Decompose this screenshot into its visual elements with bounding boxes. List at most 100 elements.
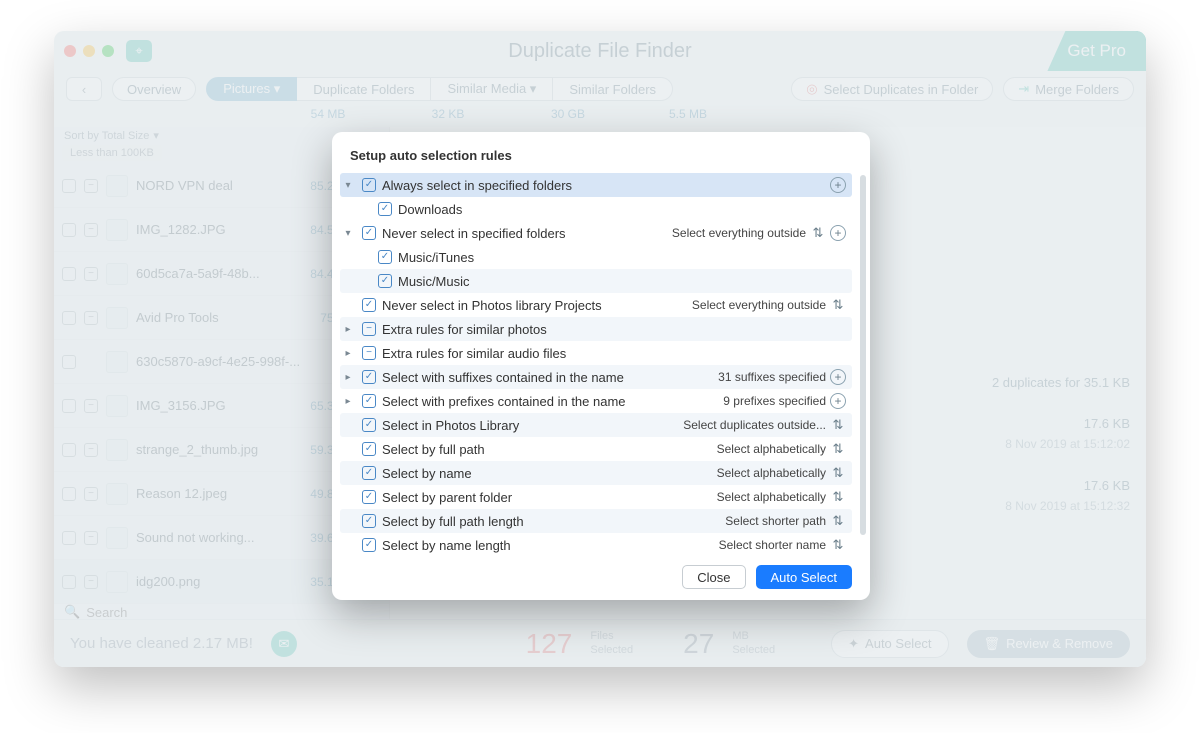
rule-row[interactable]: ▸Select with suffixes contained in the n…	[340, 365, 852, 389]
collapse-icon[interactable]: −	[84, 399, 98, 413]
disclosure-arrow-icon[interactable]: ▾	[340, 180, 356, 191]
updown-stepper-icon[interactable]: ⇅	[830, 417, 846, 433]
tab-duplicate-folders[interactable]: Duplicate Folders	[297, 77, 431, 101]
rule-checkbox[interactable]	[362, 178, 376, 192]
file-thumbnail-icon	[106, 483, 128, 505]
rule-checkbox[interactable]	[362, 394, 376, 408]
file-thumbnail-icon	[106, 351, 128, 373]
rule-row[interactable]: Select in Photos LibrarySelect duplicate…	[340, 413, 852, 437]
auto-selection-rules-modal: Setup auto selection rules ▾Always selec…	[332, 132, 870, 600]
add-icon[interactable]: +	[830, 393, 846, 409]
rule-row[interactable]: Select by full path lengthSelect shorter…	[340, 509, 852, 533]
rule-row[interactable]: ▸Extra rules for similar photos	[340, 317, 852, 341]
collapse-icon[interactable]: −	[84, 443, 98, 457]
disclosure-arrow-icon[interactable]: ▸	[340, 348, 356, 359]
rule-row[interactable]: ▸Select with prefixes contained in the n…	[340, 389, 852, 413]
updown-stepper-icon[interactable]: ⇅	[830, 489, 846, 505]
sort-label: Sort by Total Size	[64, 130, 149, 142]
overview-button[interactable]: Overview	[112, 77, 196, 101]
updown-stepper-icon[interactable]: ⇅	[830, 465, 846, 481]
tab-similar-media[interactable]: Similar Media ▾	[431, 77, 553, 101]
get-pro-button[interactable]: Get Pro	[1047, 31, 1146, 71]
updown-stepper-icon[interactable]: ⇅	[830, 513, 846, 529]
rule-value-label: Select shorter name	[719, 538, 826, 552]
rule-checkbox[interactable]	[362, 538, 376, 552]
collapse-icon[interactable]: −	[84, 223, 98, 237]
disclosure-arrow-icon[interactable]: ▸	[340, 324, 356, 335]
size-filter-chip[interactable]: Less than 100KB	[62, 145, 162, 161]
rule-checkbox[interactable]	[362, 370, 376, 384]
auto-select-button[interactable]: ✦Auto Select	[831, 630, 948, 658]
select-checkbox[interactable]	[62, 487, 76, 501]
select-checkbox[interactable]	[62, 311, 76, 325]
select-checkbox[interactable]	[62, 223, 76, 237]
rule-row[interactable]: Select by parent folderSelect alphabetic…	[340, 485, 852, 509]
disclosure-arrow-icon[interactable]: ▸	[340, 396, 356, 407]
rule-row[interactable]: Select by full pathSelect alphabetically…	[340, 437, 852, 461]
rule-row[interactable]: Select by nameSelect alphabetically⇅	[340, 461, 852, 485]
collapse-icon[interactable]: −	[84, 575, 98, 589]
auto-select-confirm-button[interactable]: Auto Select	[756, 565, 853, 589]
rule-checkbox[interactable]	[362, 322, 376, 336]
merge-icon: ⇥	[1018, 81, 1029, 97]
collapse-icon[interactable]: −	[84, 267, 98, 281]
tab-pictures[interactable]: Pictures ▾	[206, 77, 297, 101]
file-thumbnail-icon	[106, 395, 128, 417]
disclosure-arrow-icon[interactable]: ▸	[340, 372, 356, 383]
add-icon[interactable]: +	[830, 225, 846, 241]
rule-checkbox[interactable]	[362, 466, 376, 480]
select-checkbox[interactable]	[62, 179, 76, 193]
rule-checkbox[interactable]	[362, 418, 376, 432]
updown-stepper-icon[interactable]: ⇅	[830, 537, 846, 553]
rule-checkbox[interactable]	[378, 274, 392, 288]
rule-checkbox[interactable]	[378, 202, 392, 216]
updown-stepper-icon[interactable]: ⇅	[830, 297, 846, 313]
updown-stepper-icon[interactable]: ⇅	[830, 441, 846, 457]
updown-stepper-icon[interactable]: ⇅	[810, 225, 826, 241]
rule-row[interactable]: ▾Always select in specified folders+	[340, 173, 852, 197]
rule-checkbox[interactable]	[362, 298, 376, 312]
rule-row[interactable]: ▾Never select in specified foldersSelect…	[340, 221, 852, 245]
add-icon[interactable]: +	[830, 369, 846, 385]
rule-row[interactable]: Downloads	[340, 197, 852, 221]
rule-row[interactable]: ▸ Extra rules for similar audio files	[340, 341, 852, 365]
review-remove-button[interactable]: 🗑Review & Remove	[967, 630, 1130, 658]
add-icon[interactable]: +	[830, 177, 846, 193]
collapse-icon[interactable]: −	[84, 179, 98, 193]
rule-row[interactable]: Never select in Photos library ProjectsS…	[340, 293, 852, 317]
rule-row[interactable]: Music/iTunes	[340, 245, 852, 269]
mb-selected-count: 27	[683, 628, 714, 660]
disclosure-arrow-icon[interactable]: ▾	[340, 228, 356, 239]
rule-checkbox[interactable]	[362, 514, 376, 528]
select-checkbox[interactable]	[62, 355, 76, 369]
rule-row[interactable]: Select by name lengthSelect shorter name…	[340, 533, 852, 554]
collapse-icon[interactable]: −	[84, 311, 98, 325]
rule-checkbox[interactable]	[362, 226, 376, 240]
rule-label: Extra rules for similar audio files	[382, 346, 846, 361]
select-duplicates-button[interactable]: ◎ Select Duplicates in Folder	[791, 77, 993, 101]
select-checkbox[interactable]	[62, 443, 76, 457]
rule-checkbox[interactable]	[362, 346, 376, 360]
search-input[interactable]	[86, 605, 379, 620]
select-checkbox[interactable]	[62, 267, 76, 281]
select-checkbox[interactable]	[62, 531, 76, 545]
rule-label: Select by full path	[382, 442, 717, 457]
collapse-icon[interactable]: −	[84, 487, 98, 501]
collapse-icon[interactable]: −	[84, 531, 98, 545]
target-icon: ◎	[806, 81, 817, 97]
tab-similar-folders[interactable]: Similar Folders	[553, 77, 673, 101]
scrollbar[interactable]	[860, 175, 866, 535]
merge-folders-button[interactable]: ⇥ Merge Folders	[1003, 77, 1134, 101]
rule-value-label: 9 prefixes specified	[723, 394, 826, 408]
close-button[interactable]: Close	[682, 565, 745, 589]
rule-checkbox[interactable]	[362, 442, 376, 456]
rule-row[interactable]: Music/Music	[340, 269, 852, 293]
feedback-button[interactable]: ✉	[271, 631, 297, 657]
select-checkbox[interactable]	[62, 575, 76, 589]
rule-checkbox[interactable]	[378, 250, 392, 264]
rule-value-label: Select shorter path	[725, 514, 826, 528]
rule-checkbox[interactable]	[362, 490, 376, 504]
rule-label: Select in Photos Library	[382, 418, 683, 433]
back-button[interactable]: ‹	[66, 77, 102, 101]
select-checkbox[interactable]	[62, 399, 76, 413]
